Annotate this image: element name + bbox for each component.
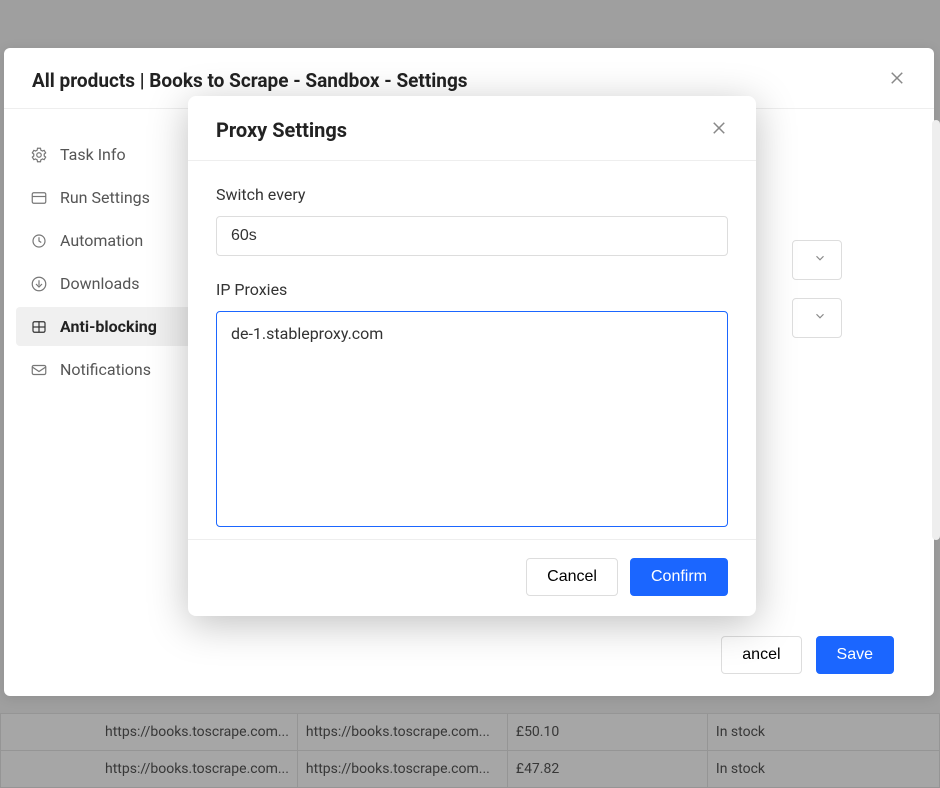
ip-proxies-textarea[interactable] — [216, 311, 728, 527]
gear-icon — [30, 146, 48, 164]
mail-icon — [30, 361, 48, 379]
panel-icon — [30, 189, 48, 207]
switch-every-input[interactable] — [216, 216, 728, 256]
chevron-down-icon — [813, 309, 827, 327]
page-title: All products | Books to Scrape - Sandbox… — [32, 69, 468, 92]
scrollbar[interactable] — [932, 120, 940, 540]
ip-proxies-label: IP Proxies — [216, 280, 728, 299]
sidebar-item-label: Automation — [60, 231, 143, 250]
shield-icon — [30, 318, 48, 336]
sidebar-item-label: Anti-blocking — [60, 317, 157, 336]
save-button[interactable]: Save — [816, 636, 894, 674]
dropdown[interactable] — [792, 298, 842, 338]
sidebar-item-label: Notifications — [60, 360, 151, 379]
close-icon[interactable] — [710, 118, 728, 142]
proxy-settings-modal: Proxy Settings Switch every IP Proxies C… — [188, 96, 756, 616]
modal-title: Proxy Settings — [216, 118, 347, 142]
close-icon[interactable] — [888, 68, 906, 92]
cancel-button[interactable]: Cancel — [526, 558, 618, 596]
sidebar-item-label: Run Settings — [60, 188, 150, 207]
dropdown[interactable] — [792, 240, 842, 280]
download-icon — [30, 275, 48, 293]
modal-header: Proxy Settings — [188, 96, 756, 161]
confirm-button[interactable]: Confirm — [630, 558, 728, 596]
chevron-down-icon — [813, 251, 827, 269]
switch-every-label: Switch every — [216, 185, 728, 204]
sidebar-item-label: Downloads — [60, 274, 139, 293]
cancel-button[interactable]: ancel — [721, 636, 801, 674]
sidebar-item-label: Task Info — [60, 145, 126, 164]
auto-icon — [30, 232, 48, 250]
